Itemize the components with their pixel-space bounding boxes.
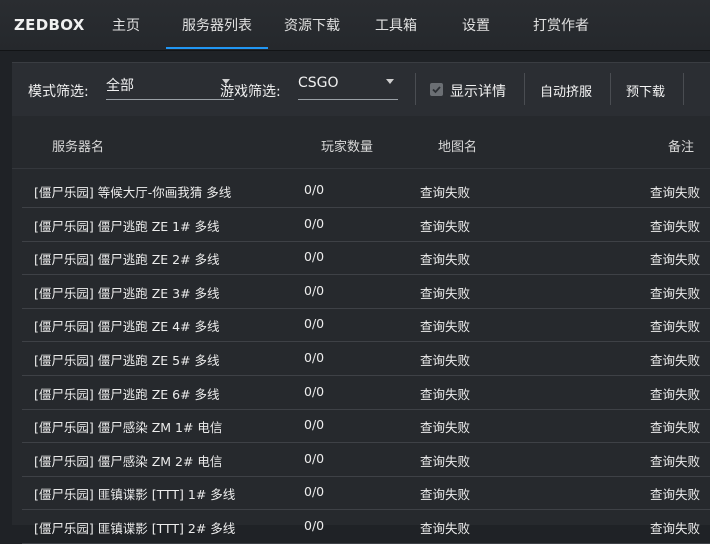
player-count-cell: 0/0 xyxy=(304,249,325,265)
toolbar-divider xyxy=(524,73,525,105)
top-nav-bar: ZEDBOX 主页 服务器列表 资源下载 工具箱 设置 打赏作者 xyxy=(0,0,710,50)
map-name-cell: 查询失败 xyxy=(420,285,471,301)
table-row[interactable]: [僵尸乐园] 匪镇谍影 [TTT] 1# 多线 0/0 查询失败 查询失败 xyxy=(22,476,710,511)
note-cell: 查询失败 xyxy=(650,319,701,335)
map-name-cell: 查询失败 xyxy=(420,319,471,335)
note-cell: 查询失败 xyxy=(650,218,701,234)
table-row[interactable]: [僵尸乐园] 僵尸逃跑 ZE 3# 多线 0/0 查询失败 查询失败 xyxy=(22,275,710,309)
server-name-cell: [僵尸乐园] 僵尸逃跑 ZE 6# 多线 xyxy=(34,386,220,402)
map-name-cell: 查询失败 xyxy=(420,218,471,234)
column-header-players[interactable]: 玩家数量 xyxy=(321,136,373,155)
player-count-cell: 0/0 xyxy=(304,316,325,332)
predownload-button[interactable]: 预下载 xyxy=(626,81,665,100)
map-name-cell: 查询失败 xyxy=(420,353,471,368)
table-row[interactable]: [僵尸乐园] 僵尸逃跑 ZE 4# 多线 0/0 查询失败 查询失败 xyxy=(22,308,710,343)
table-row[interactable]: [僵尸乐园] 等候大厅-你画我猜 多线 0/0 查询失败 查询失败 xyxy=(22,174,710,208)
player-count-cell: 0/0 xyxy=(304,383,325,399)
table-row[interactable]: [僵尸乐园] 僵尸逃跑 ZE 5# 多线 0/0 查询失败 查询失败 xyxy=(22,342,710,376)
filter-toolbar: 模式筛选: 全部 游戏筛选: CSGO 显示详情 自动挤服 预下载 xyxy=(12,62,710,117)
map-name-cell: 查询失败 xyxy=(420,252,471,268)
show-details-checkbox[interactable] xyxy=(430,83,443,96)
game-filter-value: CSGO xyxy=(298,75,339,91)
note-cell: 查询失败 xyxy=(650,285,701,301)
table-row[interactable]: [僵尸乐园] 僵尸感染 ZM 1# 电信 0/0 查询失败 查询失败 xyxy=(22,409,710,444)
server-name-cell: [僵尸乐园] 僵尸感染 ZM 1# 电信 xyxy=(34,420,223,436)
map-name-cell: 查询失败 xyxy=(420,487,471,503)
player-count-cell: 0/0 xyxy=(304,282,325,298)
toolbar-divider xyxy=(610,73,611,105)
nav-home[interactable]: 主页 xyxy=(112,15,140,35)
nav-donate[interactable]: 打赏作者 xyxy=(533,15,589,35)
note-cell: 查询失败 xyxy=(650,420,701,436)
nav-settings[interactable]: 设置 xyxy=(462,15,490,35)
map-name-cell: 查询失败 xyxy=(420,521,471,536)
player-count-cell: 0/0 xyxy=(304,215,325,231)
column-header-server-name[interactable]: 服务器名 xyxy=(52,136,104,155)
server-name-cell: [僵尸乐园] 僵尸逃跑 ZE 1# 多线 xyxy=(34,218,220,234)
table-row[interactable]: [僵尸乐园] 僵尸逃跑 ZE 6# 多线 0/0 查询失败 查询失败 xyxy=(22,376,710,410)
nav-resource-download[interactable]: 资源下载 xyxy=(284,15,340,35)
toolbar-divider xyxy=(683,73,684,105)
table-row[interactable]: [僵尸乐园] 僵尸逃跑 ZE 1# 多线 0/0 查询失败 查询失败 xyxy=(22,208,710,242)
mode-filter-select[interactable]: 全部 xyxy=(106,71,234,100)
game-filter-select[interactable]: CSGO xyxy=(298,71,398,100)
auto-join-button[interactable]: 自动挤服 xyxy=(540,81,592,100)
toolbar-divider xyxy=(415,73,416,105)
checkmark-icon xyxy=(432,86,441,94)
server-name-cell: [僵尸乐园] 僵尸逃跑 ZE 4# 多线 xyxy=(34,319,220,335)
note-cell: 查询失败 xyxy=(650,487,701,503)
column-header-map[interactable]: 地图名 xyxy=(438,136,477,155)
note-cell: 查询失败 xyxy=(650,353,701,368)
table-row[interactable]: [僵尸乐园] 匪镇谍影 [TTT] 2# 多线 0/0 查询失败 查询失败 xyxy=(22,510,710,544)
server-name-cell: [僵尸乐园] 匪镇谍影 [TTT] 1# 多线 xyxy=(34,487,236,503)
note-cell: 查询失败 xyxy=(650,185,701,200)
player-count-cell: 0/0 xyxy=(304,182,325,197)
chevron-down-icon xyxy=(386,79,394,84)
table-row[interactable]: [僵尸乐园] 僵尸逃跑 ZE 2# 多线 0/0 查询失败 查询失败 xyxy=(22,241,710,276)
map-name-cell: 查询失败 xyxy=(420,185,471,200)
note-cell: 查询失败 xyxy=(650,386,701,402)
mode-filter-value: 全部 xyxy=(106,78,134,94)
player-count-cell: 0/0 xyxy=(304,518,325,533)
map-name-cell: 查询失败 xyxy=(420,386,471,402)
mode-filter-label: 模式筛选: xyxy=(28,84,89,100)
player-count-cell: 0/0 xyxy=(304,417,325,433)
player-count-cell: 0/0 xyxy=(304,450,325,466)
active-tab-indicator xyxy=(166,47,268,49)
header-divider xyxy=(12,168,710,169)
server-name-cell: [僵尸乐园] 等候大厅-你画我猜 多线 xyxy=(34,185,232,200)
server-name-cell: [僵尸乐园] 僵尸感染 ZM 2# 电信 xyxy=(34,453,223,469)
server-name-cell: [僵尸乐园] 僵尸逃跑 ZE 3# 多线 xyxy=(34,285,220,301)
note-cell: 查询失败 xyxy=(650,252,701,268)
column-header-note[interactable]: 备注 xyxy=(668,136,694,155)
player-count-cell: 0/0 xyxy=(304,350,325,365)
show-details-label[interactable]: 显示详情 xyxy=(450,81,506,101)
note-cell: 查询失败 xyxy=(650,453,701,469)
server-name-cell: [僵尸乐园] 僵尸逃跑 ZE 5# 多线 xyxy=(34,353,220,368)
app-brand: ZEDBOX xyxy=(14,16,85,34)
map-name-cell: 查询失败 xyxy=(420,420,471,436)
map-name-cell: 查询失败 xyxy=(420,453,471,469)
note-cell: 查询失败 xyxy=(650,521,701,536)
nav-toolbox[interactable]: 工具箱 xyxy=(375,15,417,35)
player-count-cell: 0/0 xyxy=(304,484,325,500)
game-filter-label: 游戏筛选: xyxy=(220,84,281,100)
server-name-cell: [僵尸乐园] 僵尸逃跑 ZE 2# 多线 xyxy=(34,252,220,268)
nav-server-list[interactable]: 服务器列表 xyxy=(182,15,252,35)
table-row[interactable]: [僵尸乐园] 僵尸感染 ZM 2# 电信 0/0 查询失败 查询失败 xyxy=(22,443,710,477)
server-name-cell: [僵尸乐园] 匪镇谍影 [TTT] 2# 多线 xyxy=(34,521,236,536)
